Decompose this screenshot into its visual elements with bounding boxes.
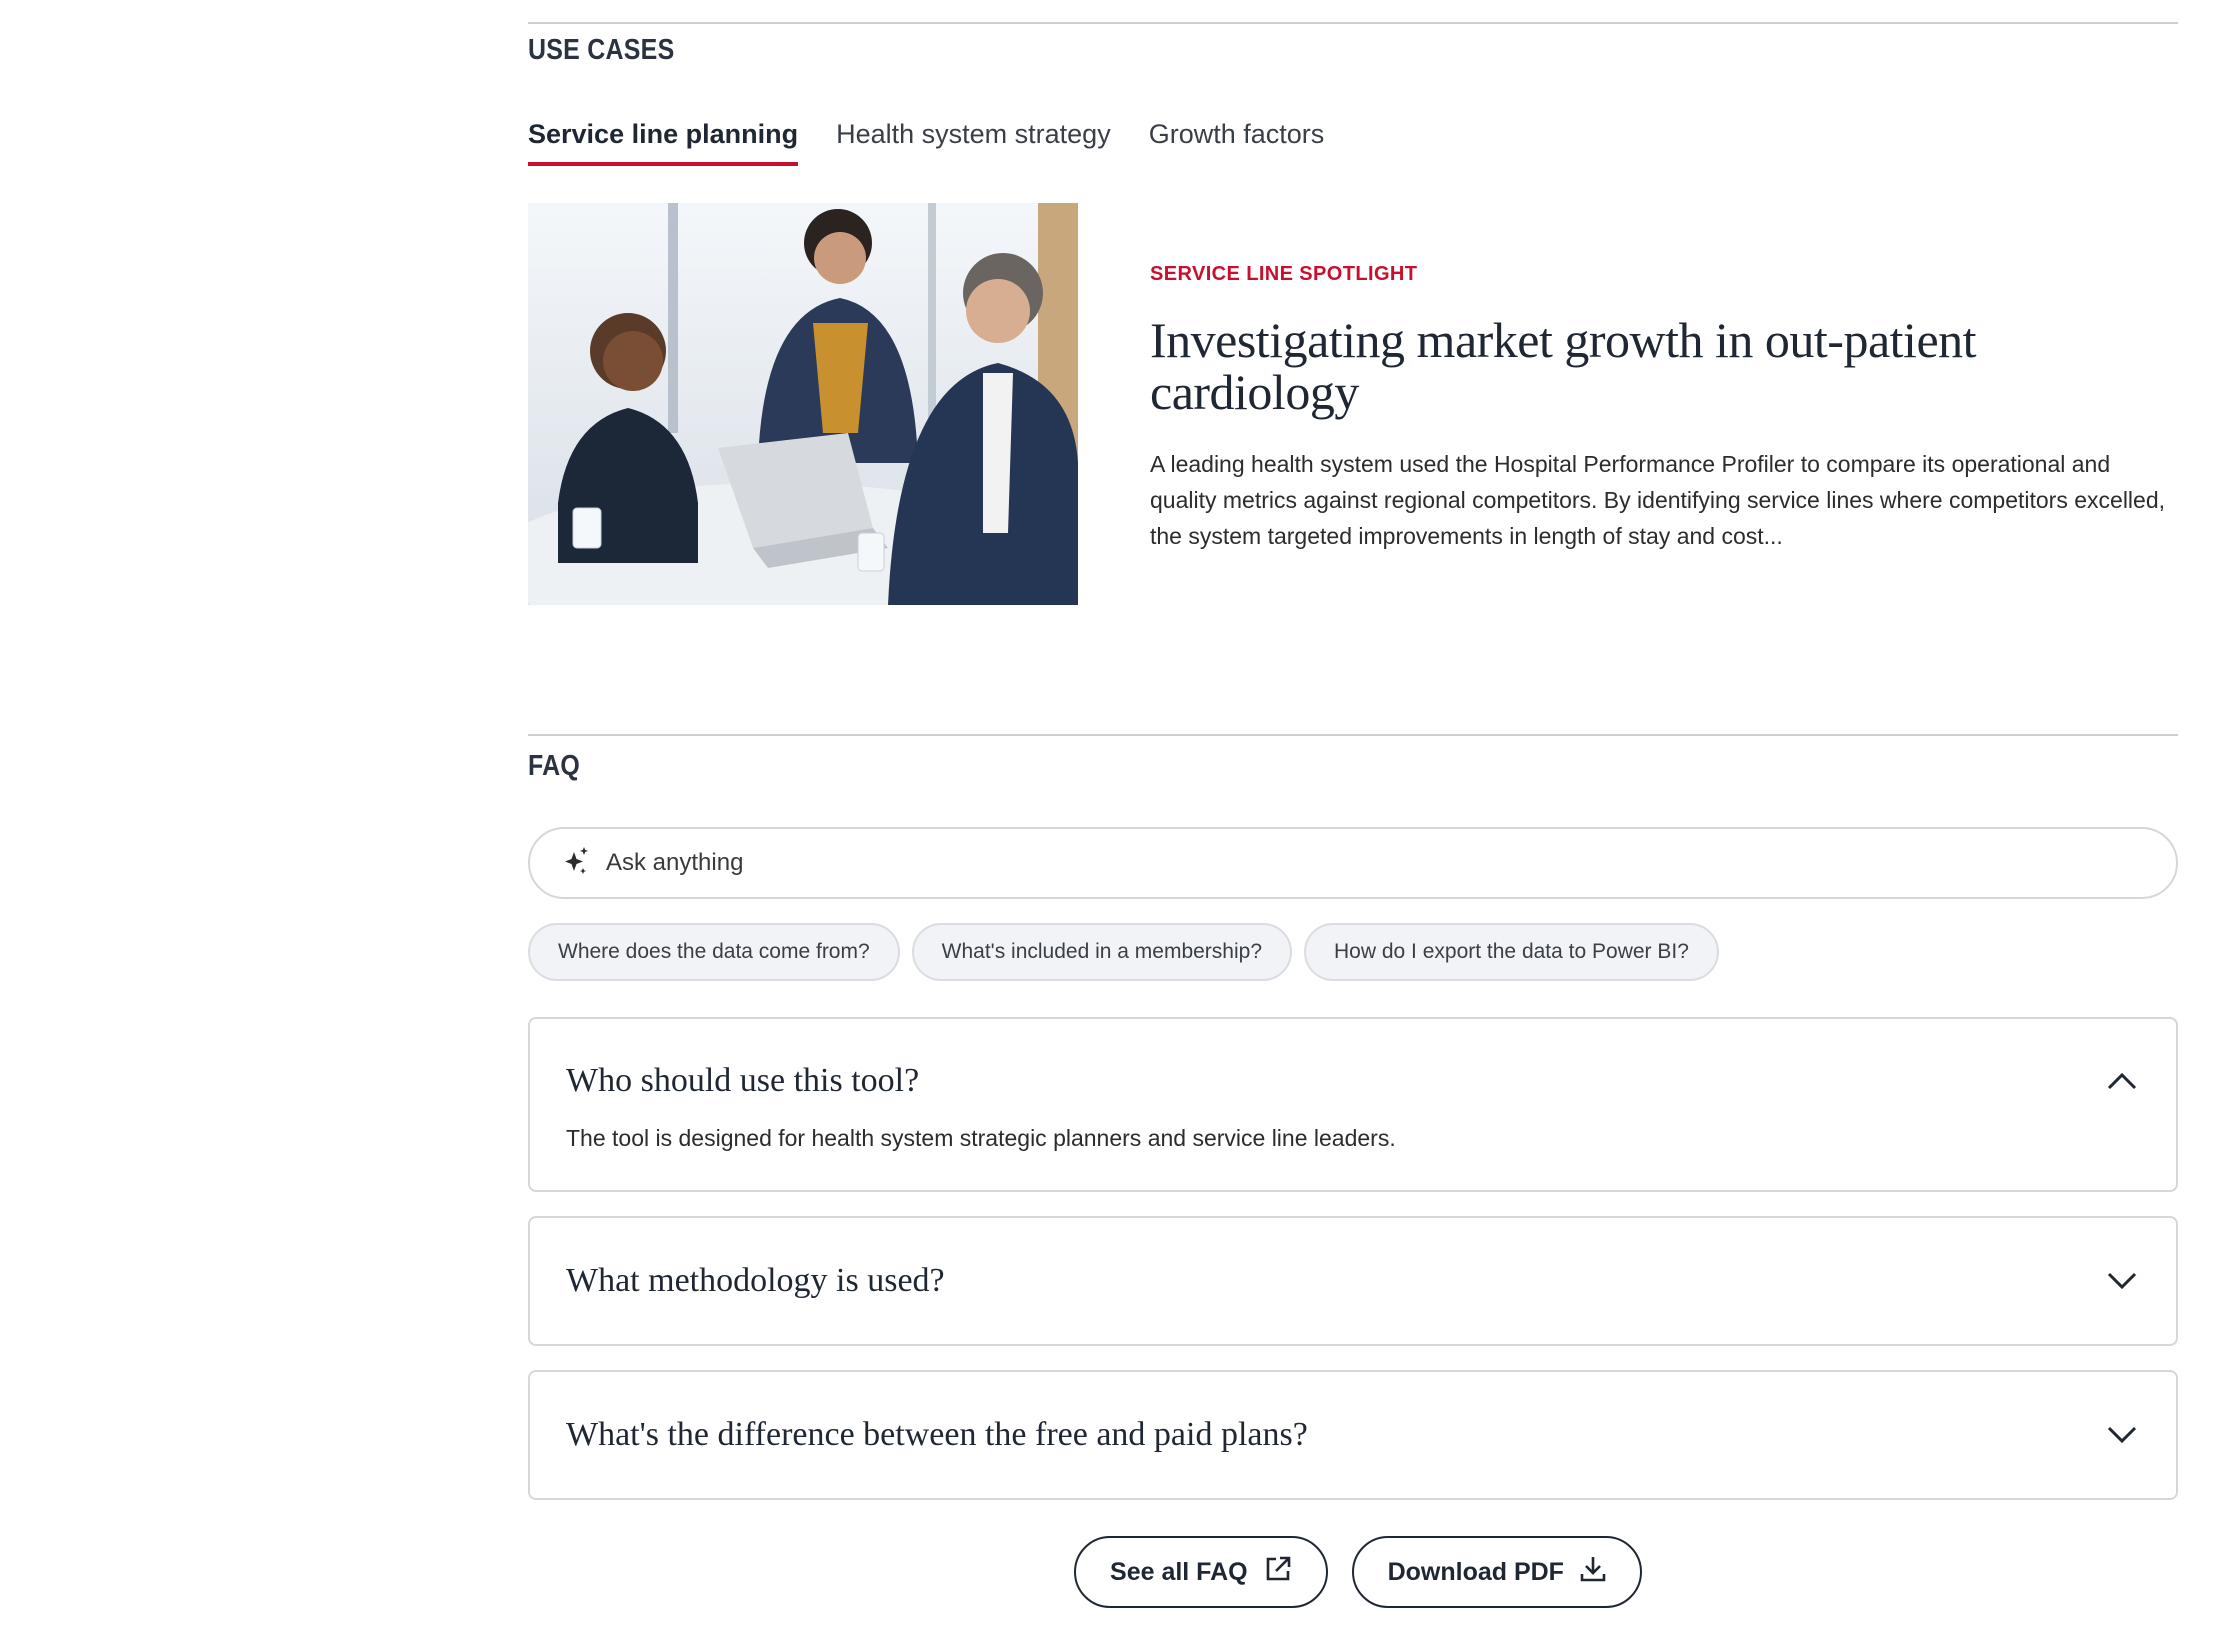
tab-health-system-strategy[interactable]: Health system strategy: [836, 119, 1111, 162]
meeting-illustration: [528, 203, 1078, 605]
faq-item: What methodology is used?: [528, 1216, 2178, 1346]
external-link-icon: [1264, 1555, 1292, 1590]
faq-question: What methodology is used?: [566, 1262, 945, 1299]
download-icon: [1580, 1555, 1606, 1590]
use-cases-title: USE CASES: [528, 34, 675, 66]
chevron-down-icon[interactable]: [2104, 1417, 2140, 1453]
faq-section: FAQ Where does the data come from? What'…: [528, 734, 2178, 1608]
see-all-faq-button[interactable]: See all FAQ: [1074, 1536, 1328, 1608]
section-divider: [528, 734, 2178, 736]
suggestion-chips: Where does the data come from? What's in…: [528, 923, 2178, 981]
faq-question: Who should use this tool?: [566, 1062, 920, 1099]
main-content: USE CASES Service line planning Health s…: [528, 0, 2178, 1608]
chevron-down-icon[interactable]: [2104, 1263, 2140, 1299]
ask-input[interactable]: [606, 849, 2006, 877]
see-all-faq-label: See all FAQ: [1110, 1557, 1248, 1586]
download-pdf-label: Download PDF: [1387, 1557, 1564, 1586]
faq-item: What's the difference between the free a…: [528, 1370, 2178, 1500]
faq-answer: The tool is designed for health system s…: [566, 1125, 1396, 1151]
sparkle-icon: [562, 846, 590, 881]
suggestion-chip[interactable]: Where does the data come from?: [528, 923, 900, 981]
ask-anything-box[interactable]: [528, 827, 2178, 899]
faq-title: FAQ: [528, 750, 581, 782]
faq-item: Who should use this tool? The tool is de…: [528, 1017, 2178, 1192]
spotlight-kicker: SERVICE LINE SPOTLIGHT: [1150, 263, 1418, 285]
use-case-headline[interactable]: Investigating market growth in out-patie…: [1150, 314, 2178, 418]
use-case-text: SERVICE LINE SPOTLIGHT Investigating mar…: [1150, 203, 2178, 605]
faq-question-toggle[interactable]: What's the difference between the free a…: [566, 1372, 2140, 1498]
meeting-photo: [528, 203, 1078, 605]
suggestion-chip[interactable]: How do I export the data to Power BI?: [1304, 923, 1719, 981]
faq-question: What's the difference between the free a…: [566, 1416, 1308, 1453]
chevron-up-icon[interactable]: [2104, 1063, 2140, 1099]
section-divider: [528, 22, 2178, 24]
use-case-summary: A leading health system used the Hospita…: [1150, 451, 2166, 549]
suggestion-chip[interactable]: What's included in a membership?: [911, 923, 1293, 981]
use-case-tabs: Service line planning Health system stra…: [528, 119, 2178, 189]
download-pdf-button[interactable]: Download PDF: [1351, 1536, 1642, 1608]
tab-service-line-planning[interactable]: Service line planning: [528, 119, 799, 166]
faq-question-toggle[interactable]: What methodology is used?: [566, 1218, 2140, 1344]
faq-actions: See all FAQ Download PDF: [528, 1536, 2178, 1608]
use-case-card: SERVICE LINE SPOTLIGHT Investigating mar…: [528, 203, 2178, 605]
tab-growth-factors[interactable]: Growth factors: [1149, 119, 1325, 162]
